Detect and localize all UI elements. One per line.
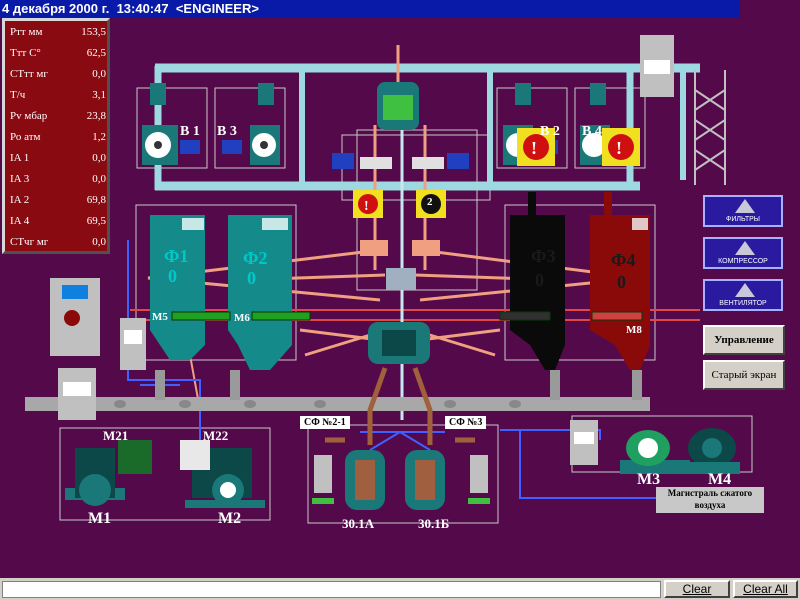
- motor-group-m1-m2: [65, 440, 265, 508]
- parameter-label: IA 2: [10, 194, 30, 206]
- svg-text:!: !: [364, 199, 369, 214]
- triangle-icon: [735, 241, 755, 255]
- triangle-icon: [735, 283, 755, 297]
- parameter-row: Ртт мм 153,5: [8, 23, 108, 43]
- filters-button[interactable]: ФИЛЬТРЫ: [703, 195, 783, 227]
- parameter-value: 0,0: [92, 236, 106, 248]
- motor-label-m6: М6: [234, 312, 250, 324]
- filter-f1-level: 0: [168, 266, 177, 286]
- fan-label-b2: В 2: [540, 124, 560, 139]
- old-screen-button[interactable]: Старый экран: [703, 360, 785, 390]
- parameter-row: IA 4 69,5: [8, 212, 108, 232]
- motor-label-m22: М22: [203, 428, 229, 443]
- filter-f2: [228, 215, 292, 370]
- separator-label-b: 30.1Б: [418, 516, 450, 531]
- motor-label-m5: М5: [152, 311, 168, 323]
- compressor-group: [620, 428, 740, 474]
- motor-label-m8: М8: [626, 324, 642, 336]
- filter-f1-label[interactable]: Ф1: [164, 246, 188, 267]
- parameter-row: Т/ч 3,1: [8, 86, 108, 106]
- parameter-value: 69,8: [86, 194, 106, 206]
- message-field[interactable]: [2, 581, 661, 598]
- triangle-icon: [735, 199, 755, 213]
- parameter-value: 23,8: [86, 110, 106, 122]
- svg-text:!: !: [616, 138, 622, 158]
- svg-text:!: !: [531, 138, 537, 158]
- separator-tag-sf1: СФ №2-1: [300, 416, 350, 429]
- alarm-counter-badge: 2: [427, 196, 433, 208]
- filters-button-label: ФИЛЬТРЫ: [726, 216, 760, 223]
- filter-f1: [150, 215, 205, 360]
- parameter-label: СТчг мг: [10, 236, 49, 248]
- separator-label-a: 30.1А: [342, 516, 375, 531]
- filter-f4-label[interactable]: Ф4: [611, 250, 635, 271]
- parameter-row: Ттт С° 62,5: [8, 44, 108, 64]
- parameter-label: Ртт мм: [10, 26, 43, 38]
- filter-f4-level: 0: [617, 272, 626, 292]
- compressor-button-label: КОМПРЕССОР: [718, 258, 768, 265]
- filter-f3-label[interactable]: Ф3: [531, 246, 555, 267]
- motor-label-m2[interactable]: М2: [218, 510, 241, 528]
- parameter-label: IA 4: [10, 215, 30, 227]
- filter-f2-level: 0: [247, 268, 256, 288]
- tower-mast: [694, 70, 726, 185]
- parameter-label: Ро атм: [10, 131, 41, 143]
- air-line-label: Магистраль сжатого воздуха: [656, 487, 764, 513]
- parameter-row: Ро атм 1,2: [8, 128, 108, 148]
- parameter-label: Т/ч: [10, 89, 26, 101]
- parameter-row: СТчг мг 0,0: [8, 233, 108, 253]
- fan-label-b4: В 4: [582, 124, 602, 139]
- parameter-label: IA 3: [10, 173, 30, 185]
- motor-label-m1[interactable]: М1: [88, 510, 111, 528]
- parameter-value: 0,0: [92, 68, 106, 80]
- parameter-label: СТтт мг: [10, 68, 48, 80]
- separator-units: [312, 450, 490, 510]
- parameter-value: 62,5: [86, 47, 106, 59]
- clear-all-button[interactable]: Clear All: [733, 580, 798, 598]
- fan-button-label: ВЕНТИЛЯТОР: [719, 300, 767, 307]
- parameter-label: Ттт С°: [10, 47, 41, 59]
- motor-label-m21: М21: [103, 428, 129, 443]
- fan-button[interactable]: ВЕНТИЛЯТОР: [703, 279, 783, 311]
- parameter-label: Рv мбар: [10, 110, 48, 122]
- parameter-label: IA 1: [10, 152, 30, 164]
- parameter-row: IA 3 0,0: [8, 170, 108, 190]
- parameter-value: 1,2: [92, 131, 106, 143]
- compressor-button[interactable]: КОМПРЕССОР: [703, 237, 783, 269]
- filter-f3-level: 0: [535, 270, 544, 290]
- parameter-row: IA 2 69,8: [8, 191, 108, 211]
- parameter-value: 69,5: [86, 215, 106, 227]
- parameter-value: 0,0: [92, 173, 106, 185]
- fan-label-b3: В 3: [217, 124, 237, 139]
- fan-label-b1: В 1: [180, 124, 200, 139]
- parameter-value: 0,0: [92, 152, 106, 164]
- status-box: [50, 278, 100, 356]
- parameter-row: СТтт мг 0,0: [8, 65, 108, 85]
- parameter-panel: Ртт мм 153,5 Ттт С° 62,5 СТтт мг 0,0 Т/ч 3,1 Рv …: [2, 18, 110, 254]
- clear-all-button-label: Clear All: [743, 582, 788, 596]
- parameter-row: Рv мбар 23,8: [8, 107, 108, 127]
- filter-f2-label[interactable]: Ф2: [243, 248, 267, 269]
- parameter-value: 3,1: [92, 89, 106, 101]
- parameter-row: IA 1 0,0: [8, 149, 108, 169]
- control-button[interactable]: Управление: [703, 325, 785, 355]
- parameter-value: 153,5: [81, 26, 106, 38]
- clear-button[interactable]: Clear: [664, 580, 730, 598]
- separator-tag-sf3: СФ №3: [445, 416, 487, 429]
- clear-button-label: Clear: [682, 582, 712, 596]
